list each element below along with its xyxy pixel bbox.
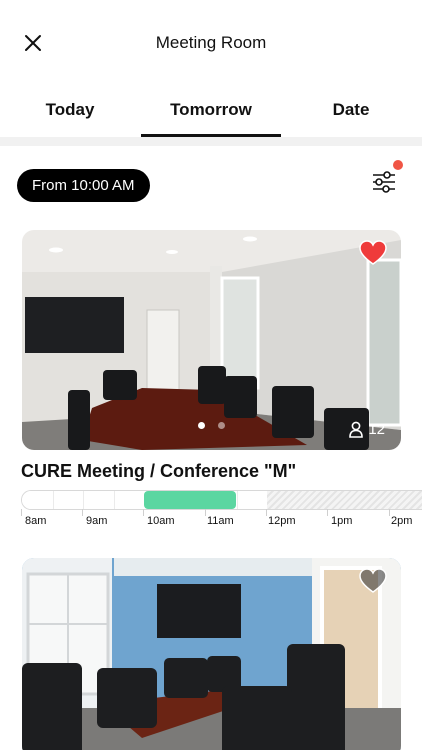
carousel-indicator [22,416,401,434]
carousel-dot [217,422,225,429]
room-photo-carousel[interactable] [22,558,401,750]
carousel-dot-active [198,422,206,429]
hour-label: 12pm [268,515,296,527]
availability-timeline[interactable] [21,490,422,510]
filter-button[interactable] [366,160,408,200]
timeline-gridline [237,491,238,509]
hour-label: 10am [147,515,175,527]
sliders-icon [373,171,395,193]
room-photo [22,558,401,750]
hour-label: 11am [207,515,234,527]
notification-dot [393,160,403,170]
capacity-badge: 12 [348,421,385,438]
timeline-booked-slot[interactable] [144,491,236,509]
section-divider [0,137,422,146]
header: Meeting Room [0,0,422,86]
tab-date[interactable]: Date [281,100,421,120]
capacity-count: 12 [368,421,385,438]
hour-label: 8am [25,515,47,527]
hour-label: 1pm [331,515,353,527]
hour-label: 2pm [391,515,413,527]
timeline-gridline [53,491,54,509]
tab-today[interactable]: Today [0,100,140,120]
person-icon [349,421,364,438]
room-name[interactable]: CURE Meeting / Conference "M" [21,461,296,482]
favorite-heart-icon[interactable] [359,240,387,266]
timeline-unavailable-range [267,491,422,509]
hour-label: 9am [86,515,108,527]
timeline-gridline [114,491,115,509]
date-tabs: Today Tomorrow Date [0,92,422,138]
timeline-hour-labels: 8am 9am 10am 11am 12pm 1pm 2pm [0,515,422,529]
room-photo-carousel[interactable]: 12 [22,230,401,450]
start-time-button[interactable]: From 10:00 AM [17,169,150,202]
timeline-gridline [83,491,84,509]
favorite-heart-icon[interactable] [359,568,387,594]
page-title: Meeting Room [155,33,267,52]
tab-tomorrow[interactable]: Tomorrow [141,100,281,120]
